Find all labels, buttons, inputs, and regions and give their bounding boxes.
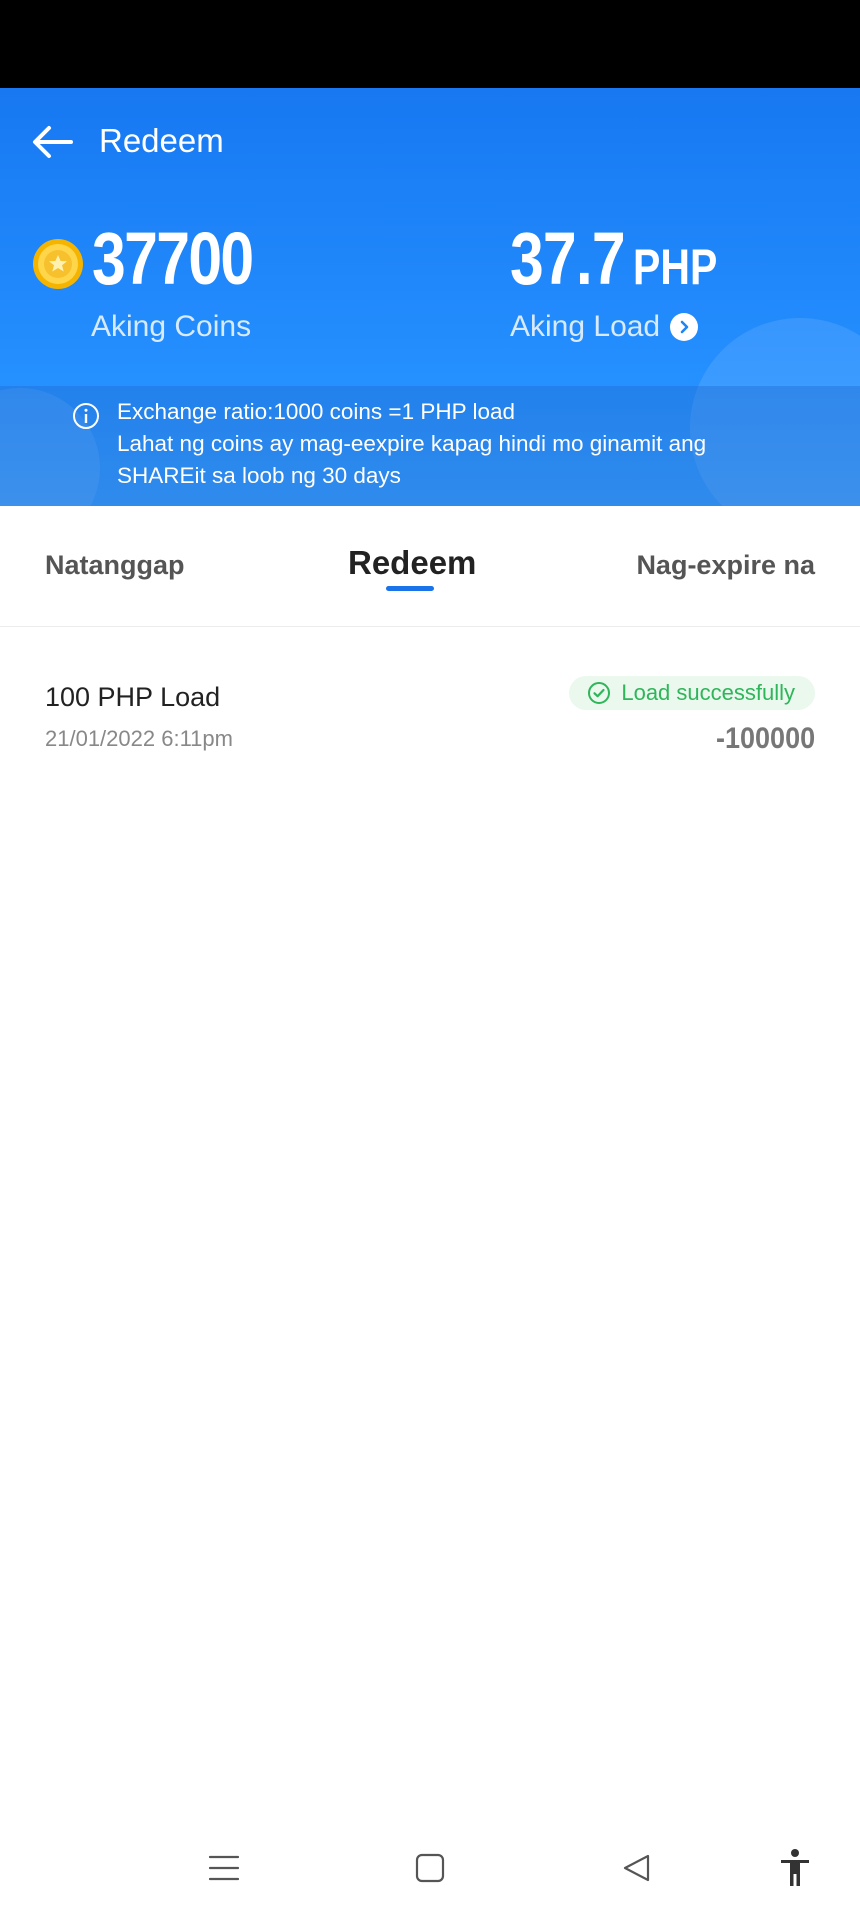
load-unit: PHP [633,239,718,295]
notice-text: Exchange ratio:1000 coins =1 PHP load La… [117,396,817,492]
status-bar [0,0,860,88]
balance-header: Redeem 37700 Aking Coins 37.7 PHP Aking … [0,88,860,506]
notice-line: SHAREit sa loob ng 30 days [117,463,401,488]
back-arrow-icon [33,126,73,158]
notice-line: Lahat ng coins ay mag-eexpire kapag hind… [117,431,707,456]
status-badge: Load successfully [569,676,815,710]
record-date: 21/01/2022 6:11pm [45,726,233,751]
page-title: Redeem [99,122,224,159]
tab-bar: Natanggap Redeem Nag-expire na [0,506,860,627]
coins-balance: 37700 [92,217,254,300]
load-details-link[interactable]: Aking Load [510,310,699,344]
coin-icon [33,239,83,289]
exchange-notice: Exchange ratio:1000 coins =1 PHP load La… [0,386,860,506]
tab-redeem[interactable]: Redeem [348,544,476,582]
tab-natanggap[interactable]: Natanggap [45,550,185,581]
info-icon [73,403,99,429]
load-balance: 37.7 PHP [510,222,717,296]
record-title: 100 PHP Load [45,682,221,712]
check-circle-icon [588,682,611,704]
notice-line: Exchange ratio:1000 coins =1 PHP load [117,399,515,424]
accessibility-button[interactable] [773,1846,817,1890]
system-nav-bar [0,1820,860,1920]
load-value: 37.7 [510,217,626,300]
chevron-right-icon [670,313,699,341]
recent-apps-button[interactable] [202,1846,246,1890]
home-square-icon [415,1853,445,1883]
record-amount: -100000 [715,722,815,755]
load-label: Aking Load [510,310,661,343]
home-button[interactable] [408,1846,452,1890]
accessibility-icon [781,1849,809,1886]
back-button[interactable] [28,118,76,166]
menu-icon [208,1855,240,1881]
coins-label: Aking Coins [91,310,252,343]
tab-nag-expire-na[interactable]: Nag-expire na [636,550,815,581]
back-triangle-icon [623,1854,650,1882]
status-text: Load successfully [621,680,795,705]
back-nav-button[interactable] [614,1846,658,1890]
tab-indicator [386,586,434,591]
list-item[interactable]: 100 PHP Load 21/01/2022 6:11pm Load succ… [0,660,860,770]
